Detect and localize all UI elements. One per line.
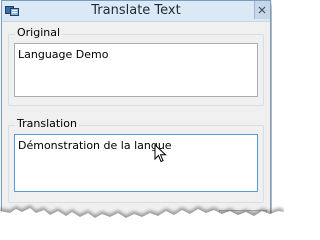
close-button[interactable] xyxy=(254,1,270,19)
original-label: Original xyxy=(15,26,63,39)
screenshot-stage: Translate Text Original Language Demo Tr… xyxy=(0,0,284,240)
translation-label: Translation xyxy=(15,117,79,130)
translation-groupbox: Translation Démonstration de la langue xyxy=(8,117,264,203)
translate-text-dialog: Translate Text Original Language Demo Tr… xyxy=(1,0,271,228)
translation-textbox[interactable]: Démonstration de la langue xyxy=(14,134,258,192)
original-textbox[interactable]: Language Demo xyxy=(14,43,258,97)
close-icon xyxy=(258,6,266,14)
torn-edge xyxy=(0,205,284,240)
title-bar[interactable]: Translate Text xyxy=(2,1,270,22)
window-title: Translate Text xyxy=(91,3,181,18)
original-groupbox: Original Language Demo xyxy=(8,26,264,106)
mouse-cursor-icon xyxy=(154,144,167,163)
